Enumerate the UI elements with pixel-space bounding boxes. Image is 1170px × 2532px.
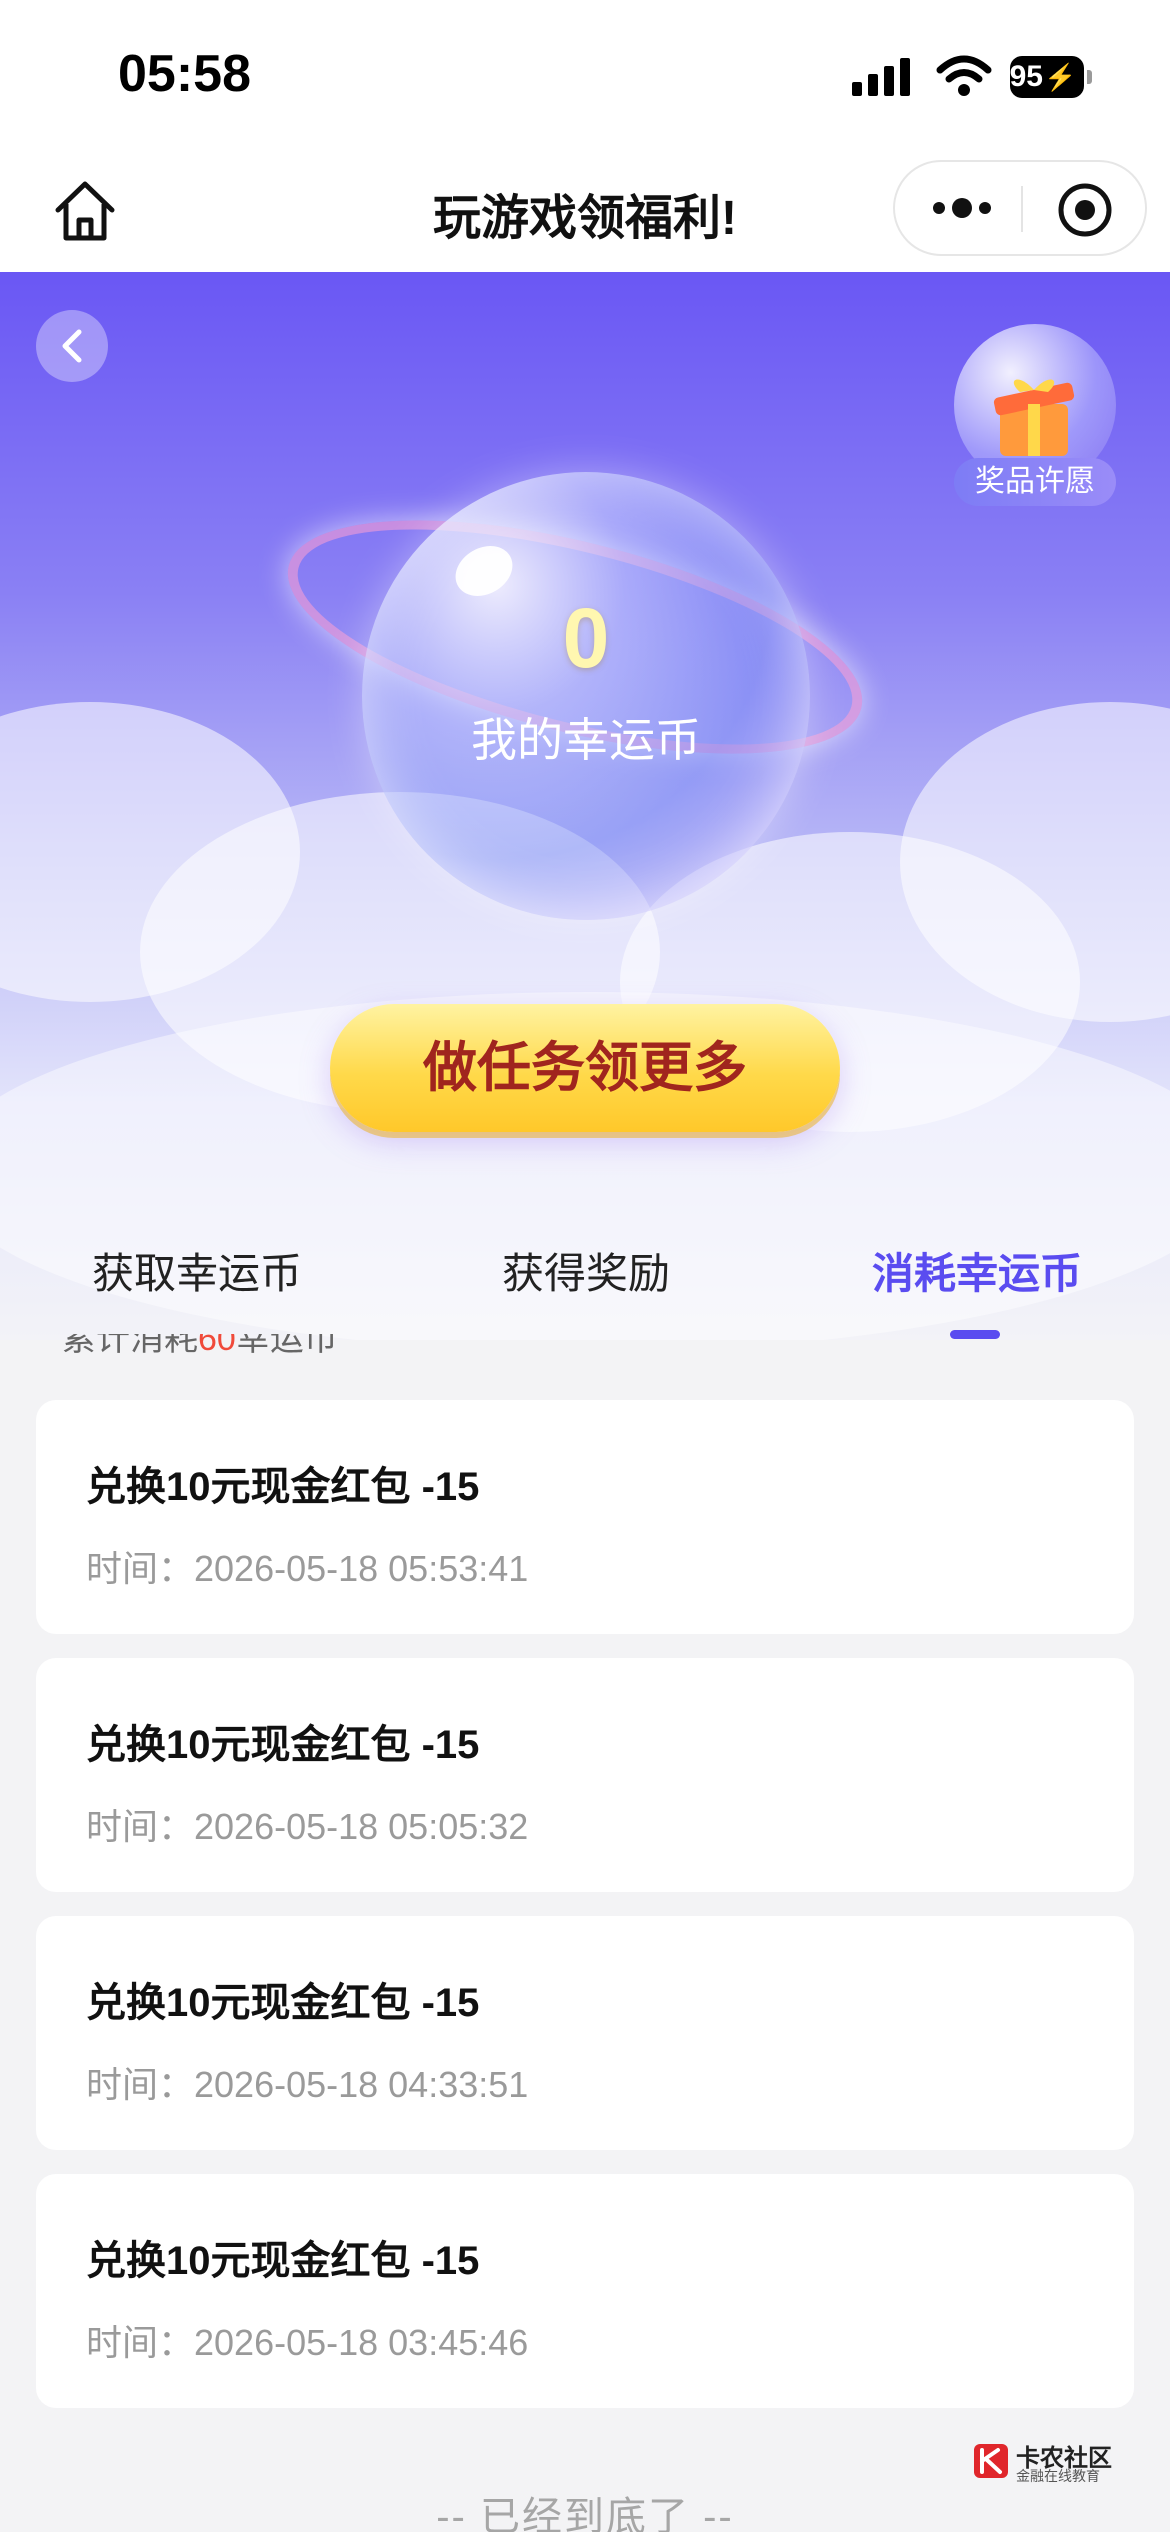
- record-time: 时间：2026-05-18 05:53:41: [86, 1548, 529, 1589]
- lucky-coin-label: 我的幸运币: [471, 714, 701, 766]
- record-time: 时间：2026-05-18 05:05:32: [86, 1806, 529, 1847]
- record-title: 兑换10元现金红包 -15: [86, 1465, 480, 1509]
- close-miniprogram-icon[interactable]: [1055, 180, 1115, 240]
- list-item: 兑换10元现金红包 -15 时间：2026-05-18 03:45:46: [36, 2174, 1134, 2408]
- watermark: 卡农社区 金融在线教育: [972, 2438, 1122, 2484]
- prize-wish-button[interactable]: 奖品许愿: [952, 324, 1118, 510]
- record-time: 时间：2026-05-18 03:45:46: [86, 2322, 529, 2363]
- cellular-signal-icon: [852, 58, 910, 96]
- list-item: 兑换10元现金红包 -15 时间：2026-05-18 05:05:32: [36, 1658, 1134, 1892]
- kanong-logo-icon: [974, 2444, 1008, 2478]
- tab-spend-coins[interactable]: 消耗幸运币: [872, 1240, 1082, 1301]
- capsule-divider: [1021, 186, 1023, 232]
- list-item: 兑换10元现金红包 -15 时间：2026-05-18 04:33:51: [36, 1916, 1134, 2150]
- summary-value: 60: [198, 1334, 236, 1358]
- gift-box-icon: [993, 379, 1075, 456]
- wifi-icon: [936, 55, 992, 96]
- mini-program-capsule: [893, 160, 1147, 256]
- end-of-list-text: -- 已经到底了 --: [436, 2495, 734, 2532]
- summary-suffix: 幸运币: [235, 1334, 338, 1358]
- active-tab-indicator: [950, 1330, 1000, 1339]
- record-title: 兑换10元现金红包 -15: [86, 1981, 480, 2025]
- tab-rewards[interactable]: 获得奖励: [502, 1240, 670, 1301]
- record-time: 时间：2026-05-18 04:33:51: [86, 2064, 529, 2105]
- status-time: 05:58: [118, 45, 251, 103]
- battery-indicator: 95 ⚡: [1009, 56, 1092, 98]
- charging-bolt-icon: ⚡: [1044, 61, 1077, 92]
- lucky-coin-bubble: [362, 472, 810, 920]
- spend-summary: 累计消耗60幸运币: [62, 1334, 338, 1364]
- status-bar: 05:58 95 ⚡: [0, 0, 1170, 150]
- record-title: 兑换10元现金红包 -15: [86, 1723, 480, 1767]
- lucky-coin-count: 0: [562, 591, 610, 685]
- summary-prefix: 累计消耗: [62, 1334, 198, 1358]
- watermark-sub: 金融在线教育: [1016, 2468, 1100, 2484]
- nav-bar: 玩游戏领福利!: [0, 150, 1170, 272]
- more-icon[interactable]: [927, 182, 997, 234]
- wish-label: 奖品许愿: [954, 458, 1116, 506]
- tab-bar: 获取幸运币 获得奖励 消耗幸运币: [0, 1222, 1170, 1340]
- chevron-left-icon: [62, 329, 82, 363]
- list-item: 兑换10元现金红包 -15 时间：2026-05-18 05:53:41: [36, 1400, 1134, 1634]
- do-tasks-button[interactable]: 做任务领更多: [330, 1004, 840, 1132]
- battery-level: 95: [1009, 60, 1043, 93]
- back-button[interactable]: [36, 310, 108, 382]
- tab-earn-coins[interactable]: 获取幸运币: [92, 1240, 302, 1301]
- hero-section: 奖品许愿 0 我的幸运币 做任务领更多: [0, 272, 1170, 1340]
- record-title: 兑换10元现金红包 -15: [86, 2239, 480, 2283]
